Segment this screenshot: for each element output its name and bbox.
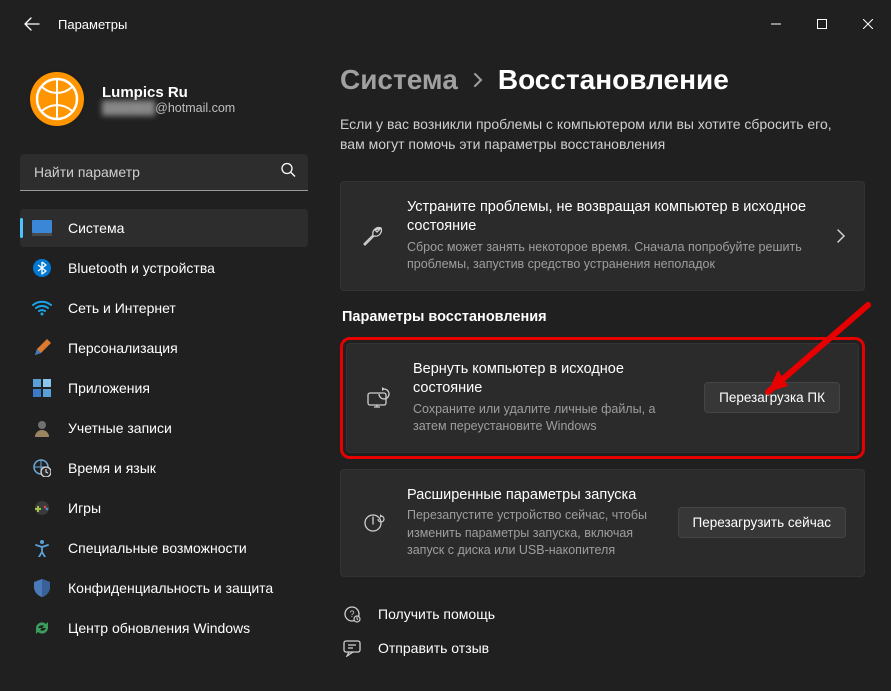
sidebar-item-privacy[interactable]: Конфиденциальность и защита [20,569,308,607]
section-header: Параметры восстановления [342,309,865,325]
sidebar-item-personalization[interactable]: Персонализация [20,329,308,367]
sidebar-item-accounts[interactable]: Учетные записи [20,409,308,447]
feedback-label: Отправить отзыв [378,640,489,656]
help-icon: ? [342,605,362,623]
chevron-right-icon [472,71,484,89]
power-icon [359,511,387,535]
close-icon [863,19,873,29]
accessibility-icon [32,538,52,558]
nav-label: Сеть и Интернет [68,300,176,316]
troubleshoot-subtitle: Сброс может занять некоторое время. Снач… [407,239,816,274]
restart-now-button[interactable]: Перезагрузить сейчас [678,507,846,538]
globe-clock-icon [32,458,52,478]
bluetooth-icon [32,258,52,278]
profile-block[interactable]: Lumpics Ru ██████@hotmail.com [26,68,308,130]
nav-label: Время и язык [68,460,156,476]
reset-subtitle: Сохраните или удалите личные файлы, а за… [413,401,684,436]
get-help-link[interactable]: ? Получить помощь [340,597,865,631]
sidebar-item-gaming[interactable]: Игры [20,489,308,527]
troubleshoot-title: Устраните проблемы, не возвращая компьют… [407,198,816,237]
nav-label: Конфиденциальность и защита [68,580,273,596]
footer-links: ? Получить помощь Отправить отзыв [340,597,865,665]
shield-icon [32,578,52,598]
search-input[interactable] [20,154,308,190]
minimize-button[interactable] [753,8,799,40]
search-icon [280,162,296,183]
nav-label: Персонализация [68,340,178,356]
maximize-icon [817,19,827,29]
nav-label: Специальные возможности [68,540,247,556]
nav-label: Bluetooth и устройства [68,260,215,276]
nav-label: Игры [68,500,101,516]
maximize-button[interactable] [799,8,845,40]
paint-icon [32,338,52,358]
nav-label: Приложения [68,380,150,396]
profile-email: ██████@hotmail.com [102,101,235,115]
update-icon [32,618,52,638]
sidebar-item-apps[interactable]: Приложения [20,369,308,407]
help-label: Получить помощь [378,606,495,622]
sidebar-item-network[interactable]: Сеть и Интернет [20,289,308,327]
window-title: Параметры [58,17,127,32]
troubleshoot-card[interactable]: Устраните проблемы, не возвращая компьют… [340,181,865,291]
nav-label: Центр обновления Windows [68,620,250,636]
sidebar-item-bluetooth[interactable]: Bluetooth и устройства [20,249,308,287]
advanced-startup-card: Расширенные параметры запуска Перезапуст… [340,469,865,577]
reset-pc-card: Вернуть компьютер в исходное состояние С… [346,343,859,453]
advanced-subtitle: Перезапустите устройство сейчас, чтобы и… [407,507,658,560]
avatar-icon [29,71,85,127]
nav-label: Учетные записи [68,420,172,436]
breadcrumb-parent[interactable]: Система [340,64,458,96]
main-content: Система Восстановление Если у вас возник… [320,48,891,691]
sidebar-item-time[interactable]: Время и язык [20,449,308,487]
arrow-left-icon [24,16,40,32]
page-description: Если у вас возникли проблемы с компьютер… [340,114,860,155]
breadcrumb: Система Восстановление [340,64,865,96]
close-button[interactable] [845,8,891,40]
avatar [26,68,88,130]
wifi-icon [32,298,52,318]
breadcrumb-current: Восстановление [498,64,729,96]
minimize-icon [771,19,781,29]
nav-label: Система [68,220,124,236]
titlebar: Параметры [0,0,891,48]
apps-icon [32,378,52,398]
advanced-title: Расширенные параметры запуска [407,486,658,506]
svg-text:?: ? [349,609,354,619]
highlight-annotation: Вернуть компьютер в исходное состояние С… [340,337,865,459]
person-icon [32,418,52,438]
wrench-icon [359,224,387,248]
back-button[interactable] [12,4,52,44]
display-icon [32,218,52,238]
profile-name: Lumpics Ru [102,84,235,101]
reset-icon [365,387,393,409]
search-box[interactable] [20,154,308,191]
nav-list: Система Bluetooth и устройства Сеть и Ин… [20,209,308,647]
reset-pc-button[interactable]: Перезагрузка ПК [704,382,840,413]
feedback-link[interactable]: Отправить отзыв [340,631,865,665]
sidebar: Lumpics Ru ██████@hotmail.com Система Bl… [0,48,320,691]
gamepad-icon [32,498,52,518]
sidebar-item-update[interactable]: Центр обновления Windows [20,609,308,647]
sidebar-item-accessibility[interactable]: Специальные возможности [20,529,308,567]
chevron-right-icon [836,228,846,244]
reset-title: Вернуть компьютер в исходное состояние [413,360,684,399]
sidebar-item-system[interactable]: Система [20,209,308,247]
feedback-icon [342,639,362,657]
